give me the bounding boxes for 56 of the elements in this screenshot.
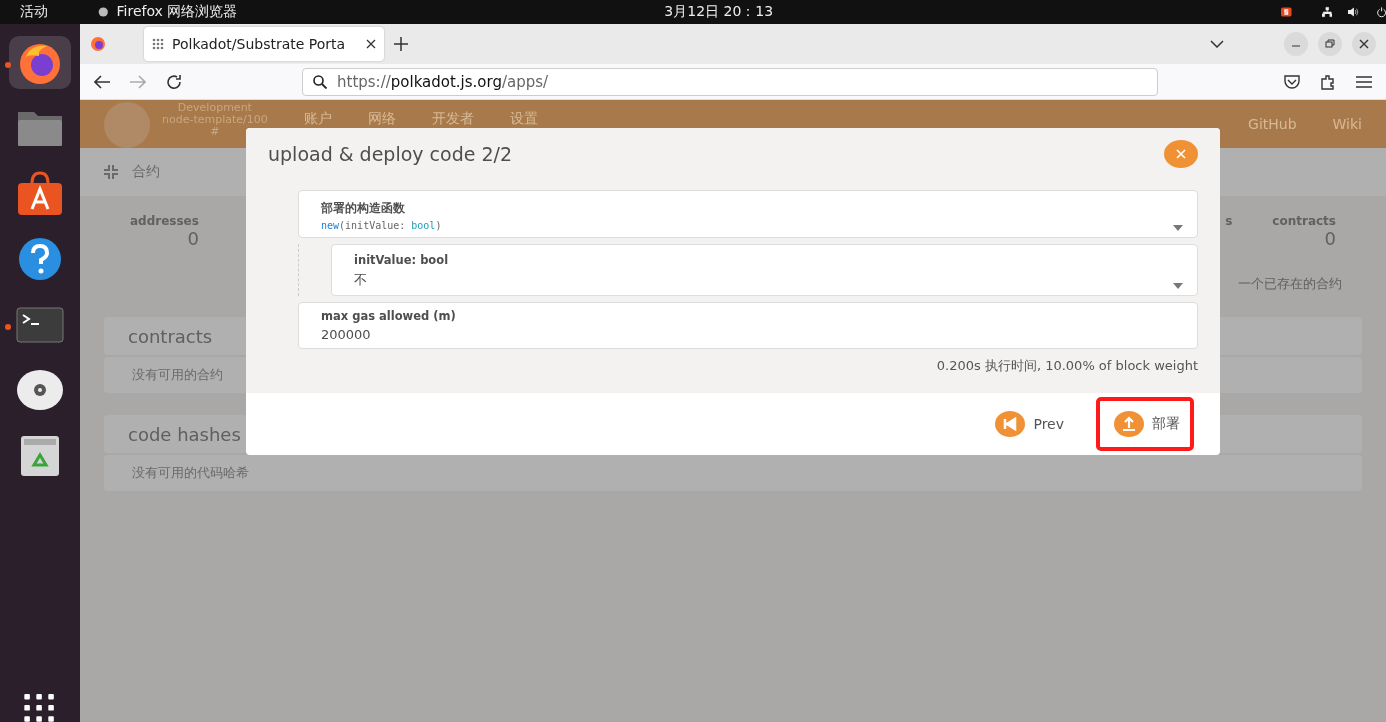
reload-icon[interactable]: [166, 73, 182, 90]
field-value: 不: [354, 271, 368, 289]
browser-tab[interactable]: Polkadot/Substrate Porta: [144, 27, 384, 61]
field-label: initValue: bool: [354, 253, 449, 267]
network-icon[interactable]: [1321, 5, 1333, 19]
gas-input-field[interactable]: max gas allowed (m) 200000: [298, 302, 1198, 349]
input-method-icon[interactable]: [1281, 5, 1292, 19]
clock[interactable]: 3月12日 20：13: [664, 3, 774, 21]
field-label: 部署的构造函数: [321, 201, 406, 216]
dialog-title: upload & deploy code 2/2: [268, 143, 513, 165]
stat-label: contracts: [1272, 214, 1336, 228]
minimize-icon[interactable]: [1284, 32, 1308, 56]
terminal-icon[interactable]: [16, 306, 64, 343]
running-indicator: [5, 323, 11, 330]
back-arrow-icon[interactable]: [94, 74, 110, 89]
caret-icon: [1173, 283, 1183, 289]
field-value: 200000: [321, 327, 372, 342]
shopping-bag-icon[interactable]: [16, 170, 64, 217]
url-text: https://polkadot.js.org/apps/: [337, 72, 549, 91]
power-icon[interactable]: [1376, 5, 1386, 19]
block-number: #: [210, 126, 220, 138]
search-icon: [313, 74, 327, 89]
activities-button[interactable]: 活动: [20, 3, 48, 21]
constructor-signature: new(initValue: bool): [321, 220, 442, 231]
url-field[interactable]: https://polkadot.js.org/apps/: [302, 67, 1158, 96]
param-dropdown[interactable]: initValue: bool 不: [331, 244, 1198, 296]
stat-label: s: [1225, 214, 1233, 228]
close-icon[interactable]: [366, 39, 376, 49]
empty-message: 没有可用的代码哈希: [104, 455, 1362, 491]
pocket-icon[interactable]: [1284, 74, 1300, 89]
puzzle-icon[interactable]: [1320, 73, 1336, 90]
help-icon[interactable]: [17, 236, 63, 283]
skip-back-icon: [995, 411, 1026, 437]
app-grid-icon[interactable]: [23, 694, 57, 722]
plus-icon[interactable]: [394, 37, 408, 51]
collapse-icon: [104, 165, 118, 179]
app-name[interactable]: Firefox 网络浏览器: [116, 3, 238, 21]
disc-icon[interactable]: [16, 369, 64, 412]
volume-icon[interactable]: [1348, 5, 1359, 19]
restore-icon[interactable]: [1318, 32, 1342, 56]
close-icon: [1176, 149, 1186, 159]
caret-icon: [1173, 225, 1183, 231]
running-indicator: [5, 62, 11, 68]
chevron-down-icon[interactable]: [1210, 40, 1224, 48]
polkadot-icon: [152, 38, 164, 50]
tab-title: Polkadot/Substrate Porta: [172, 36, 347, 52]
deploy-button[interactable]: 部署: [1096, 397, 1194, 451]
stat-value: 0: [1324, 228, 1336, 249]
close-icon[interactable]: [1352, 32, 1376, 56]
execution-note: 0.200s 执行时间, 10.00% of block weight: [936, 357, 1198, 375]
menu-icon[interactable]: [1356, 75, 1372, 88]
stat-label: addresses: [130, 214, 199, 228]
upload-icon: [1114, 411, 1144, 437]
trash-icon[interactable]: [20, 434, 60, 477]
stat-value: 0: [187, 228, 199, 249]
constructor-dropdown[interactable]: 部署的构造函数 new(initValue: bool): [298, 190, 1198, 238]
